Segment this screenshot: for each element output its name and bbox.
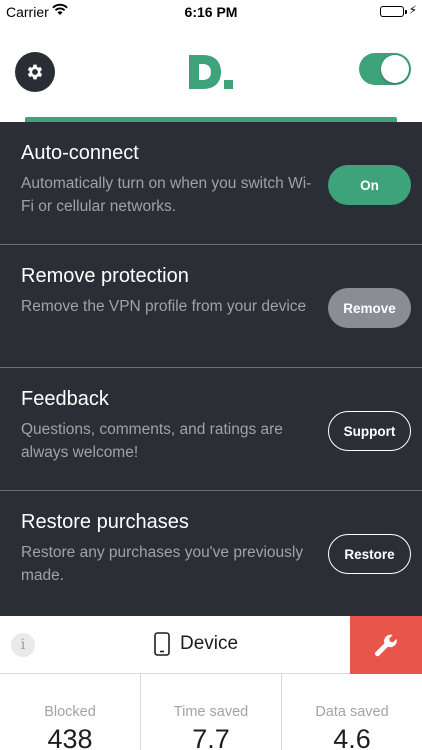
setting-title: Remove protection: [21, 265, 189, 287]
tools-button[interactable]: [350, 616, 422, 674]
app-logo: [186, 52, 236, 92]
device-selector[interactable]: Device: [154, 632, 238, 656]
setting-description: Remove the VPN profile from your device: [21, 298, 307, 315]
setting-row-auto-connect: Auto-connect Automatically turn on when …: [0, 122, 422, 245]
setting-description: Restore any purchases you've previously …: [21, 544, 304, 584]
settings-button[interactable]: [15, 52, 55, 92]
auto-connect-button[interactable]: On: [328, 165, 411, 205]
device-name: Device: [180, 633, 239, 654]
setting-row-restore-purchases: Restore purchases Restore any purchases …: [0, 491, 422, 614]
vpn-toggle[interactable]: [359, 53, 411, 85]
setting-row-feedback: Feedback Questions, comments, and rating…: [0, 368, 422, 491]
setting-description: Questions, comments, and ratings are alw…: [21, 421, 283, 461]
stat-value: 4.6: [333, 724, 371, 750]
toggle-knob: [381, 55, 409, 83]
stat-value: 7.7: [192, 724, 230, 750]
header: [0, 24, 422, 122]
phone-icon: [154, 632, 170, 656]
setting-row-remove-protection: Remove protection Remove the VPN profile…: [0, 245, 422, 368]
settings-panel: Auto-connect Automatically turn on when …: [0, 122, 422, 616]
restore-button[interactable]: Restore: [328, 534, 411, 574]
remove-button[interactable]: Remove: [328, 288, 411, 328]
stats-bar: Blocked 438 Time saved 7.7 Data saved 4.…: [0, 674, 422, 750]
battery-icon: [380, 6, 407, 17]
stat-label: Time saved: [173, 704, 249, 720]
setting-title: Auto-connect: [21, 142, 139, 164]
device-bar: i Device: [0, 616, 422, 674]
charging-bolt-icon: ⚡: [408, 3, 417, 17]
stat-time-saved: Time saved 7.7: [141, 674, 282, 750]
wrench-icon: [375, 634, 397, 657]
gear-icon: [27, 64, 43, 80]
stat-data-saved: Data saved 4.6: [282, 674, 422, 750]
info-button[interactable]: i: [11, 633, 35, 657]
d-logo-icon: [189, 55, 233, 89]
stat-label: Blocked: [44, 704, 96, 720]
status-bar: Carrier 6:16 PM ⚡: [0, 0, 422, 24]
status-time: 6:16 PM: [184, 4, 238, 20]
setting-description: Automatically turn on when you switch Wi…: [21, 175, 312, 215]
stat-blocked: Blocked 438: [0, 674, 141, 750]
support-button[interactable]: Support: [328, 411, 411, 451]
setting-title: Feedback: [21, 388, 109, 410]
stat-value: 438: [47, 724, 93, 750]
stat-label: Data saved: [315, 704, 389, 720]
setting-title: Restore purchases: [21, 511, 189, 533]
